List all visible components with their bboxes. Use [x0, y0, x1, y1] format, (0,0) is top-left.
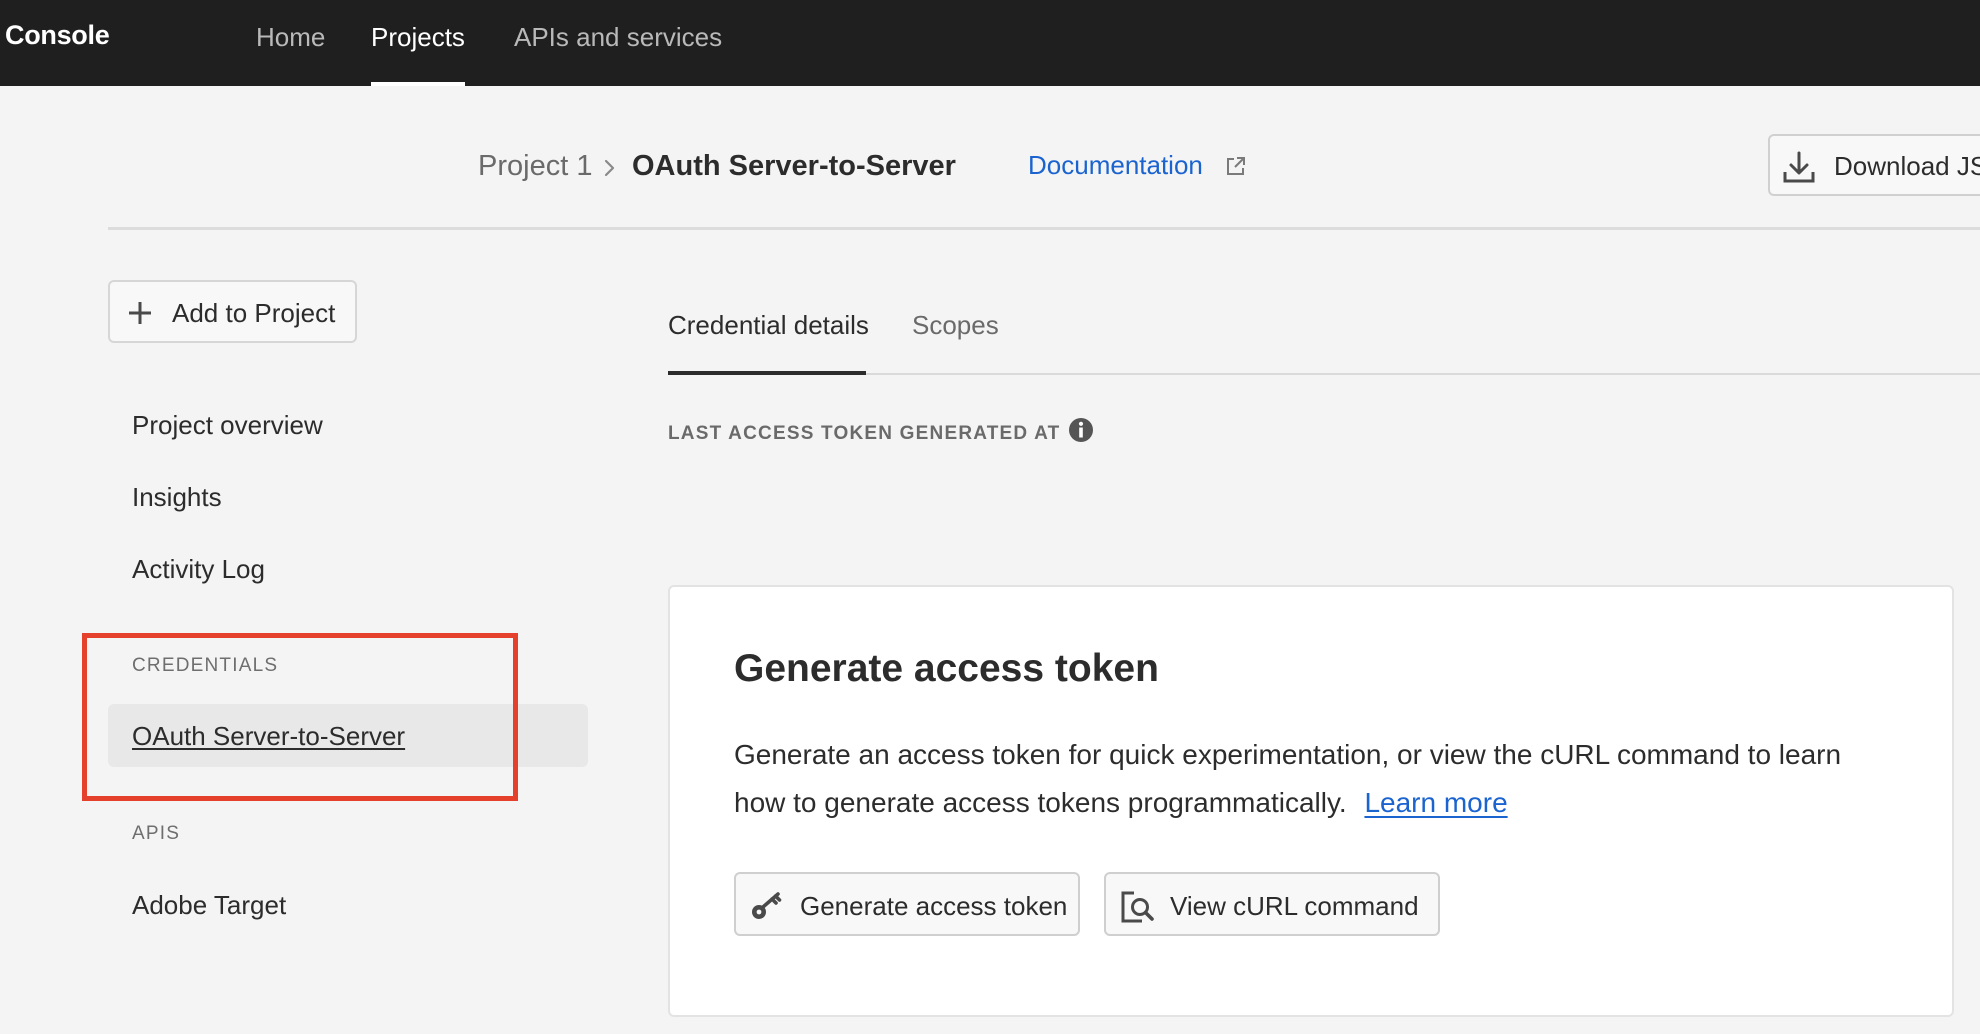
sidebar-item-activity-log[interactable]: Activity Log	[132, 554, 265, 585]
card-title: Generate access token	[734, 647, 1159, 690]
sidebar-item-adobe-target[interactable]: Adobe Target	[132, 890, 286, 921]
download-icon	[1783, 151, 1815, 183]
breadcrumb-current-page: OAuth Server-to-Server	[632, 150, 956, 182]
view-curl-command-button[interactable]: View cURL command	[1104, 872, 1440, 936]
app-root: Console Home Projects APIs and services …	[0, 0, 1980, 1034]
download-json-button[interactable]: Download JS	[1768, 134, 1980, 196]
active-tab-indicator	[668, 371, 866, 375]
nav-tab-home[interactable]: Home	[256, 22, 325, 86]
brand-logo-text[interactable]: Console	[5, 20, 110, 51]
add-to-project-label: Add to Project	[172, 298, 336, 328]
card-description: Generate an access token for quick exper…	[734, 731, 1894, 827]
sidebar-item-label: OAuth Server-to-Server	[132, 721, 406, 751]
generate-access-token-card: Generate access token Generate an access…	[668, 585, 1954, 1017]
sidebar-item-project-overview[interactable]: Project overview	[132, 410, 323, 441]
nav-tab-projects[interactable]: Projects	[371, 22, 465, 86]
download-button-label: Download JS	[1834, 151, 1980, 181]
generate-access-token-button[interactable]: Generate access token	[734, 872, 1080, 936]
breadcrumb-project[interactable]: Project 1	[478, 150, 592, 183]
learn-more-link[interactable]: Learn more	[1364, 787, 1507, 818]
view-curl-command-label: View cURL command	[1170, 891, 1419, 921]
plus-icon	[129, 302, 151, 324]
chevron-right-icon	[604, 159, 615, 177]
sidebar-heading-apis: APIS	[132, 823, 181, 844]
top-navigation-bar: Console Home Projects APIs and services	[0, 0, 1980, 86]
info-icon[interactable]	[1068, 417, 1094, 443]
external-link-icon[interactable]	[1225, 155, 1247, 177]
generate-access-token-label: Generate access token	[800, 891, 1068, 921]
sidebar-heading-credentials: CREDENTIALS	[132, 655, 279, 676]
search-document-icon	[1121, 891, 1154, 923]
nav-tab-apis-and-services[interactable]: APIs and services	[514, 22, 722, 86]
documentation-link[interactable]: Documentation	[1028, 150, 1203, 181]
card-description-text: Generate an access token for quick exper…	[734, 739, 1842, 818]
tab-credential-details[interactable]: Credential details	[668, 310, 869, 341]
tab-scopes[interactable]: Scopes	[912, 310, 999, 341]
add-to-project-button[interactable]: Add to Project	[108, 280, 357, 343]
header-divider	[108, 227, 1980, 230]
key-icon	[752, 892, 782, 919]
last-access-token-label: LAST ACCESS TOKEN GENERATED AT	[668, 423, 1061, 444]
sidebar-item-oauth-server-to-server[interactable]: OAuth Server-to-Server	[108, 704, 588, 767]
sidebar-item-insights[interactable]: Insights	[132, 482, 222, 513]
